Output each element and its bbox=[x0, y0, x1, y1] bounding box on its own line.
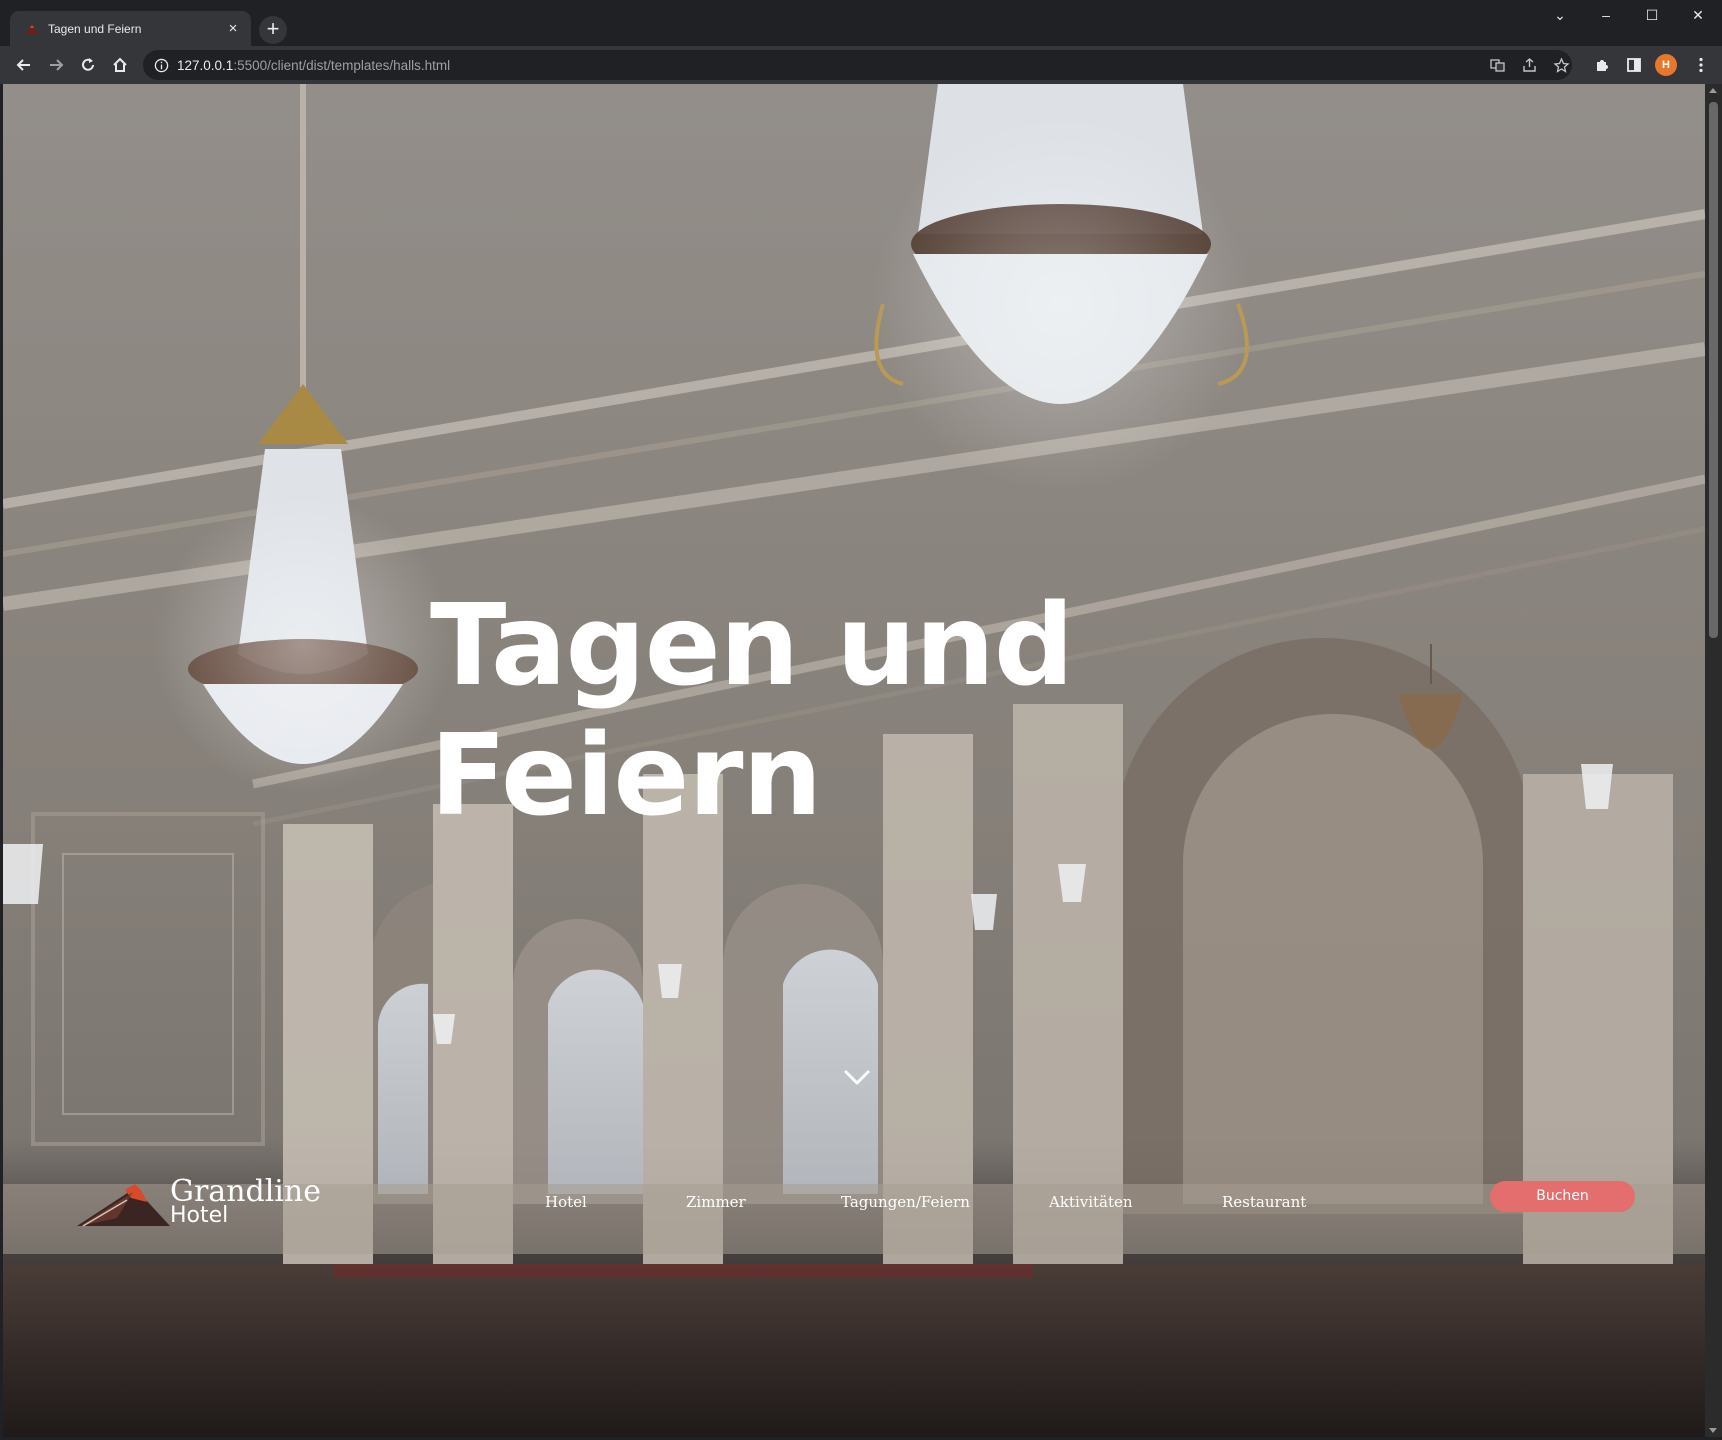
hero-title-line-2: Feiern bbox=[430, 711, 822, 841]
nav-link-tagungen-feiern[interactable]: Tagungen/Feiern bbox=[841, 1192, 970, 1212]
chevron-down-icon bbox=[844, 1070, 870, 1085]
address-bar[interactable]: 127.0.0.1:5500/client/dist/templates/hal… bbox=[143, 50, 1572, 80]
kebab-menu-icon[interactable] bbox=[1687, 51, 1715, 79]
page-scrollbar[interactable] bbox=[1705, 84, 1722, 1437]
browser-tab[interactable]: Tagen und Feiern × bbox=[10, 11, 251, 47]
grandline-hotel-logo[interactable]: Grandline Hotel bbox=[75, 1174, 321, 1232]
scroll-up-arrow-icon[interactable] bbox=[1709, 88, 1717, 93]
tab-search-icon[interactable]: ⌄ bbox=[1537, 0, 1583, 30]
bookmark-star-icon[interactable] bbox=[1547, 50, 1575, 80]
new-tab-button[interactable]: + bbox=[259, 16, 287, 44]
translate-icon[interactable] bbox=[1483, 50, 1511, 80]
scroll-down-arrow-icon[interactable] bbox=[1709, 1428, 1717, 1433]
browser-tab-strip: Tagen und Feiern × + ⌄ – ☐ ✕ bbox=[0, 0, 1722, 47]
home-icon[interactable] bbox=[106, 51, 134, 79]
scroll-down-button[interactable] bbox=[839, 1060, 875, 1096]
volcano-favicon-icon bbox=[24, 21, 40, 37]
page-viewport: Tagen und Feiern Grandline Hotel Hotel Z… bbox=[3, 84, 1705, 1437]
book-button[interactable]: Buchen bbox=[1490, 1181, 1635, 1212]
back-arrow-icon[interactable] bbox=[10, 51, 38, 79]
side-panel-icon[interactable] bbox=[1620, 51, 1648, 79]
share-icon[interactable] bbox=[1515, 50, 1543, 80]
nav-link-aktivitaeten[interactable]: Aktivitäten bbox=[1049, 1192, 1133, 1212]
extensions-puzzle-icon[interactable] bbox=[1588, 51, 1616, 79]
nav-link-hotel[interactable]: Hotel bbox=[545, 1192, 587, 1212]
browser-toolbar: 127.0.0.1:5500/client/dist/templates/hal… bbox=[0, 46, 1722, 84]
volcano-logo-icon bbox=[77, 1184, 170, 1227]
reload-icon[interactable] bbox=[74, 51, 102, 79]
site-navigation: Grandline Hotel Hotel Zimmer Tagungen/Fe… bbox=[3, 1174, 1705, 1234]
minimize-button[interactable]: – bbox=[1583, 0, 1629, 30]
nav-link-restaurant[interactable]: Restaurant bbox=[1222, 1192, 1306, 1212]
forward-arrow-icon[interactable] bbox=[42, 51, 70, 79]
hero-title-line-1: Tagen und bbox=[430, 581, 1074, 711]
tab-title: Tagen und Feiern bbox=[48, 22, 142, 36]
tab-close-icon[interactable]: × bbox=[225, 21, 241, 37]
close-window-button[interactable]: ✕ bbox=[1675, 0, 1721, 30]
scrollbar-thumb[interactable] bbox=[1709, 102, 1718, 638]
profile-avatar[interactable]: H bbox=[1655, 54, 1677, 76]
url-host: 127.0.0.1 bbox=[177, 57, 234, 73]
hero-title: Tagen und Feiern bbox=[430, 581, 1130, 841]
logo-subtitle: Hotel bbox=[170, 1203, 229, 1228]
site-info-icon[interactable] bbox=[153, 57, 169, 73]
maximize-button[interactable]: ☐ bbox=[1629, 0, 1675, 30]
url-path: :5500/client/dist/templates/halls.html bbox=[233, 57, 451, 73]
nav-link-zimmer[interactable]: Zimmer bbox=[686, 1192, 746, 1212]
